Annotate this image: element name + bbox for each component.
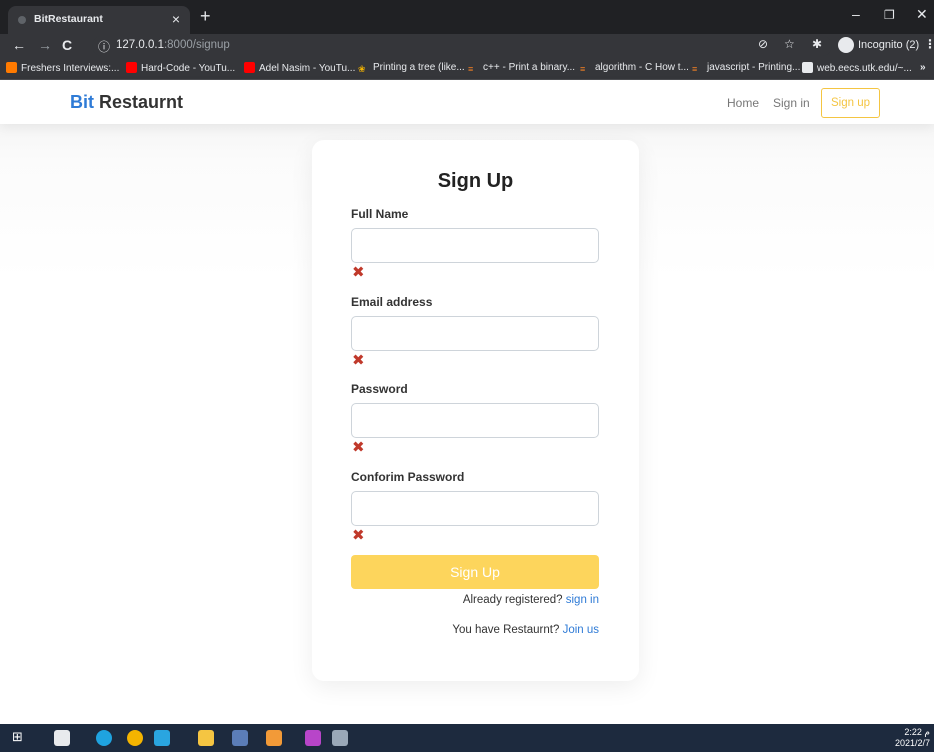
clock-date: 2021/2/7 [894,738,930,748]
brand-suffix: Restaurnt [94,92,184,112]
email-label: Email address [351,295,433,309]
forward-arrow-icon[interactable]: → [38,37,52,53]
edge-icon[interactable] [96,730,112,746]
reload-icon[interactable]: C [62,37,72,53]
extensions-icon[interactable]: ✱ [812,37,822,51]
site-info-icon[interactable]: ⓘ [98,38,110,55]
email-error-icon: ✖ [352,352,365,369]
join-us-link[interactable]: Join us [563,624,599,636]
incognito-indicator[interactable]: Incognito (2) [838,36,922,56]
join-us-text: You have Restaurnt? [452,624,563,636]
minimize-button[interactable]: – [852,6,860,22]
join-us-hint: You have Restaurnt? Join us [452,624,599,636]
confirm-password-label: Conforim Password [351,470,465,484]
system-clock[interactable]: 2:22 م 2021/2/7 [895,727,930,749]
clock-time: 2:22 م [904,727,930,737]
new-tab-button[interactable]: + [200,6,211,27]
stackoverflow-icon: ≡ [468,64,474,74]
brand-prefix: Bit [70,92,94,112]
incognito-icon [838,37,854,53]
bookmark-label: Printing a tree (like... [373,62,465,73]
signup-submit-button[interactable]: Sign Up [351,555,599,589]
browser-tab[interactable]: BitRestaurant × [8,6,190,34]
bookmark-item[interactable]: ❀ Printing a tree (like... [358,62,465,75]
tab-favicon-icon [18,16,26,24]
nav-signup-button[interactable]: Sign up [821,88,880,118]
bookmark-item[interactable]: Freshers Interviews:... [6,62,119,74]
address-bar-row: ← → C ⓘ 127.0.0.1:8000/signup ⊘ ☆ ✱ Inco… [0,34,934,58]
full-name-input[interactable] [351,228,599,263]
bookmark-label: javascript - Printing... [707,62,801,73]
tab-title: BitRestaurant [34,13,103,25]
confirm-password-input[interactable] [351,491,599,526]
bookmark-item[interactable]: ≡ javascript - Printing... [692,62,800,75]
confirm-password-error-icon: ✖ [352,527,365,544]
incognito-label: Incognito (2) [858,39,920,51]
site-navbar: Bit Restaurnt Home Sign in Sign up [0,80,934,124]
nav-signin-link[interactable]: Sign in [773,96,810,110]
pen-icon[interactable] [232,730,248,746]
phpstorm-icon[interactable] [305,730,321,746]
bookmark-star-icon[interactable]: ☆ [784,37,795,51]
globe-icon [802,62,813,73]
app-icon[interactable] [332,730,348,746]
url-omnibox[interactable]: ⓘ 127.0.0.1:8000/signup [92,36,832,56]
email-input[interactable] [351,316,599,351]
url-text: 127.0.0.1:8000/signup [116,39,230,51]
nav-home-link[interactable]: Home [727,96,759,110]
windows-taskbar: ⊞ 2:22 م 2021/2/7 [0,724,934,752]
bookmark-item[interactable]: Adel Nasim - YouTu... [244,62,355,74]
password-input[interactable] [351,403,599,438]
file-explorer-icon[interactable] [198,730,214,746]
xampp-icon[interactable] [266,730,282,746]
stackoverflow-icon: ≡ [580,64,586,74]
store-icon[interactable] [54,730,70,746]
form-title: Sign Up [437,170,514,192]
page-body: Bit Restaurnt Home Sign in Sign up Sign … [0,80,934,724]
chrome-icon[interactable] [127,730,143,746]
mail-icon[interactable] [154,730,170,746]
back-arrow-icon[interactable]: ← [12,37,26,53]
bookmark-label: Hard-Code - YouTu... [141,63,236,74]
browser-tab-strip: BitRestaurant × + – ❐ ✕ [0,0,934,34]
eye-off-icon[interactable]: ⊘ [758,37,768,51]
password-error-icon: ✖ [352,439,365,456]
already-registered-hint: Already registered? sign in [463,594,599,606]
bookmark-label: web.eecs.utk.edu/~... [817,63,912,74]
tab-close-icon[interactable]: × [172,11,180,27]
youtube-icon [126,62,137,73]
bookmark-label: algorithm - C How t... [595,62,689,73]
browser-menu-icon[interactable]: ⋮ [924,37,934,51]
bookmark-item[interactable]: Hard-Code - YouTu... [126,62,235,74]
tree-icon: ❀ [358,64,366,74]
signup-card: Sign Up Full Name ✖ Email address ✖ Pass… [312,140,639,681]
brand-logo[interactable]: Bit Restaurnt [70,92,183,113]
url-host: 127.0.0.1 [116,39,164,51]
full-name-label: Full Name [351,207,409,221]
bookmarks-overflow-icon[interactable]: » [920,62,926,73]
youtube-icon [244,62,255,73]
bookmarks-bar: Freshers Interviews:... Hard-Code - YouT… [0,58,934,80]
windows-start-icon[interactable]: ⊞ [12,729,28,745]
bookmark-item[interactable]: ≡ algorithm - C How t... [580,62,689,75]
bookmark-item[interactable]: ≡ c++ - Print a binary... [468,62,575,75]
bookmark-label: Freshers Interviews:... [21,63,120,74]
sign-in-link[interactable]: sign in [566,594,599,606]
bookmark-label: c++ - Print a binary... [483,62,576,73]
bookmark-item[interactable]: web.eecs.utk.edu/~... [802,62,912,74]
stackoverflow-icon: ≡ [692,64,698,74]
already-registered-text: Already registered? [462,594,566,606]
url-path: :8000/signup [163,39,230,51]
close-window-button[interactable]: ✕ [916,6,928,23]
password-label: Password [351,382,408,396]
full-name-error-icon: ✖ [352,264,365,281]
maximize-button[interactable]: ❐ [884,8,895,22]
bookmark-label: Adel Nasim - YouTu... [259,63,356,74]
blogger-icon [6,62,17,73]
